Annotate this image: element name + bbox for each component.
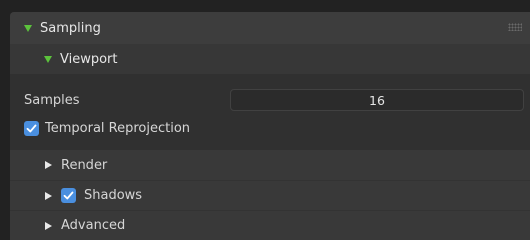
expand-arrow-icon[interactable] xyxy=(44,55,52,63)
temporal-reprojection-label: Temporal Reprojection xyxy=(45,120,191,136)
shadows-subpanel-title: Shadows xyxy=(84,188,143,203)
render-subpanel-header[interactable]: Render xyxy=(10,150,530,180)
shadows-subpanel-header[interactable]: Shadows xyxy=(10,180,530,210)
samples-value: 16 xyxy=(369,92,385,108)
shadows-checkbox[interactable] xyxy=(61,188,76,203)
sampling-panel: Sampling Viewport Samples 16 Temporal Re… xyxy=(10,12,530,240)
collapse-arrow-icon[interactable] xyxy=(45,161,52,169)
samples-number-field[interactable]: 16 xyxy=(230,89,524,111)
properties-editor: Sampling Viewport Samples 16 Temporal Re… xyxy=(0,0,530,240)
checkmark-icon xyxy=(63,191,74,200)
drag-grip-icon[interactable] xyxy=(508,23,522,31)
sampling-panel-title: Sampling xyxy=(40,20,101,36)
collapse-arrow-icon[interactable] xyxy=(45,191,52,200)
viewport-subpanel-header[interactable]: Viewport xyxy=(10,44,530,74)
temporal-reprojection-row[interactable]: Temporal Reprojection xyxy=(10,116,530,140)
collapse-arrow-icon[interactable] xyxy=(45,221,52,230)
temporal-reprojection-checkbox[interactable] xyxy=(24,120,39,136)
render-subpanel-title: Render xyxy=(61,157,108,173)
sampling-panel-header[interactable]: Sampling xyxy=(10,12,530,44)
samples-row: Samples 16 xyxy=(10,88,530,112)
viewport-subpanel-title: Viewport xyxy=(60,51,118,67)
advanced-subpanel-title: Advanced xyxy=(61,218,126,233)
collapsed-subpanels: Render Shadows Advanced xyxy=(10,150,530,240)
advanced-subpanel-header[interactable]: Advanced xyxy=(10,210,530,240)
expand-arrow-icon[interactable] xyxy=(24,24,32,32)
checkmark-icon xyxy=(26,124,37,132)
samples-label: Samples xyxy=(24,92,80,108)
